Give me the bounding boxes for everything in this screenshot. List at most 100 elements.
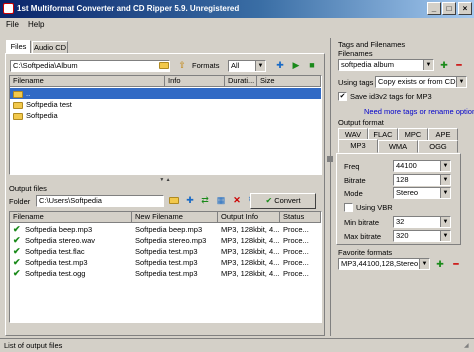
vbr-checkbox[interactable]: [344, 203, 353, 212]
stop-icon[interactable]: ■: [306, 59, 318, 71]
tab-ogg[interactable]: OGG: [418, 140, 458, 153]
close-button[interactable]: ×: [458, 2, 472, 15]
output-row-info: MP3, 128kbit, 4...: [221, 269, 279, 278]
output-folder-field[interactable]: C:\Users\Softpedia: [36, 195, 164, 207]
freq-select-value: 44100: [396, 161, 417, 170]
source-row[interactable]: ..: [10, 88, 321, 99]
output-row[interactable]: ✔ Softpedia beep.mp3 Softpedia beep.mp3 M…: [10, 224, 321, 235]
max-bitrate-select-value: 320: [396, 231, 409, 240]
chevron-down-icon: ▼: [456, 77, 466, 87]
convert-button[interactable]: ✔ Convert: [250, 193, 316, 209]
max-bitrate-label: Max bitrate: [344, 232, 382, 241]
play-icon[interactable]: ▶: [290, 59, 302, 71]
source-row[interactable]: Softpedia test: [10, 99, 321, 110]
output-col-filename[interactable]: Filename: [10, 212, 132, 223]
freq-label: Freq: [344, 162, 360, 171]
checkmark-icon: ✔: [13, 224, 21, 234]
resize-grip-icon[interactable]: ◢: [464, 342, 472, 350]
add-icon[interactable]: ✚: [274, 59, 286, 71]
title-bar: 1st Multiformat Converter and CD Ripper …: [0, 0, 474, 18]
delete-icon[interactable]: ✕: [231, 194, 243, 206]
save-id3-label: Save id3v2 tags for MP3: [350, 92, 432, 101]
more-tags-link[interactable]: Need more tags or rename options?: [364, 107, 474, 116]
chevron-down-icon: ▼: [440, 175, 450, 185]
move-icon[interactable]: ⇄: [199, 194, 211, 206]
output-row[interactable]: ✔ Softpedia test.mp3 Softpedia test.mp3 M…: [10, 257, 321, 268]
chevron-down-icon: ▼: [255, 61, 265, 71]
output-row-status: Proce...: [283, 269, 309, 278]
remove-template-icon[interactable]: ━: [453, 59, 465, 71]
output-file-list[interactable]: Filename New Filename Output Info Status…: [9, 211, 322, 323]
mode-select-value: Stereo: [396, 188, 419, 197]
output-row[interactable]: ✔ Softpedia test.flac Softpedia test.mp3 …: [10, 246, 321, 257]
folder-label: Folder: [9, 197, 31, 206]
menu-help[interactable]: Help: [28, 20, 44, 29]
output-row-info: MP3, 128kbit, 4...: [221, 236, 279, 245]
source-row-name: Softpedia test: [26, 100, 72, 109]
output-row-new-filename: Softpedia test.mp3: [135, 258, 198, 267]
output-row-status: Proce...: [283, 225, 309, 234]
source-col-filename[interactable]: Filename: [10, 76, 165, 87]
output-row-filename: Softpedia test.mp3: [25, 258, 88, 267]
favorite-formats-select[interactable]: MP3,44100,128,Stereo ▼: [338, 258, 430, 270]
minimize-button[interactable]: _: [427, 2, 441, 15]
output-row-info: MP3, 128kbit, 4...: [221, 225, 279, 234]
panel-handle-top: [327, 156, 333, 162]
source-col-duration[interactable]: Durati...: [225, 76, 257, 87]
tab-files[interactable]: Files: [6, 40, 31, 54]
chevron-down-icon: ▼: [419, 259, 429, 269]
mode-select[interactable]: Stereo ▼: [393, 187, 451, 199]
output-row-new-filename: Softpedia stereo.mp3: [135, 236, 207, 245]
tags-section-label: Tags and Filenames: [338, 40, 406, 49]
output-row[interactable]: ✔ Softpedia stereo.wav Softpedia stereo.m…: [10, 235, 321, 246]
output-col-info[interactable]: Output Info: [218, 212, 280, 223]
source-col-info[interactable]: Info: [165, 76, 225, 87]
source-path-field[interactable]: C:\Softpedia\Album: [10, 60, 170, 72]
tab-wma[interactable]: WMA: [378, 140, 418, 153]
splitter-handle[interactable]: ▼ ▲: [135, 178, 195, 183]
max-bitrate-select[interactable]: 320 ▼: [393, 230, 451, 242]
filenames-select[interactable]: softpedia album ▼: [338, 59, 434, 71]
window-title: 1st Multiformat Converter and CD Ripper …: [17, 4, 240, 13]
mode-label: Mode: [344, 189, 363, 198]
favorite-formats-select-value: MP3,44100,128,Stereo: [341, 259, 419, 268]
browse-output-folder-icon[interactable]: [168, 194, 180, 206]
formats-select[interactable]: All ▼: [228, 60, 266, 72]
using-tags-label: Using tags: [338, 78, 374, 87]
chevron-down-icon: ▼: [440, 217, 450, 227]
freq-select[interactable]: 44100 ▼: [393, 160, 451, 172]
output-row-filename: Softpedia stereo.wav: [25, 236, 96, 245]
add-files-icon[interactable]: ✚: [184, 194, 196, 206]
add-template-icon[interactable]: ✚: [438, 59, 450, 71]
output-row[interactable]: ✔ Softpedia test.ogg Softpedia test.mp3 M…: [10, 268, 321, 279]
min-bitrate-select[interactable]: 32 ▼: [393, 216, 451, 228]
output-files-label: Output files: [9, 184, 47, 193]
output-row-status: Proce...: [283, 236, 309, 245]
select-all-icon[interactable]: ▦: [215, 194, 227, 206]
menu-file[interactable]: File: [6, 20, 19, 29]
source-row[interactable]: Softpedia: [10, 110, 321, 121]
bitrate-select-value: 128: [396, 175, 409, 184]
output-col-status[interactable]: Status: [280, 212, 321, 223]
chevron-down-icon: ▼: [440, 188, 450, 198]
convert-button-label: Convert: [274, 196, 301, 205]
panel-divider: [330, 38, 331, 336]
folder-icon: [13, 101, 23, 109]
browse-folder-icon[interactable]: [158, 59, 170, 71]
folder-icon: [13, 90, 23, 98]
output-row-info: MP3, 128kbit, 4...: [221, 258, 279, 267]
folder-icon: [13, 112, 23, 120]
using-tags-select[interactable]: Copy exists or from CD ▼: [375, 76, 467, 88]
formats-select-value: All: [231, 61, 240, 70]
bitrate-select[interactable]: 128 ▼: [393, 174, 451, 186]
add-favorite-icon[interactable]: ✚: [434, 258, 446, 270]
output-col-new-filename[interactable]: New Filename: [132, 212, 218, 223]
output-row-new-filename: Softpedia test.mp3: [135, 247, 198, 256]
remove-favorite-icon[interactable]: ━: [450, 258, 462, 270]
folder-up-icon[interactable]: ⇧: [176, 59, 188, 71]
maximize-button[interactable]: □: [442, 2, 456, 15]
source-col-size[interactable]: Size: [257, 76, 321, 87]
save-id3-checkbox[interactable]: ✔: [338, 92, 347, 101]
source-file-list[interactable]: Filename Info Durati... Size .. Softpedi…: [9, 75, 322, 175]
tab-mp3[interactable]: MP3: [338, 139, 378, 153]
